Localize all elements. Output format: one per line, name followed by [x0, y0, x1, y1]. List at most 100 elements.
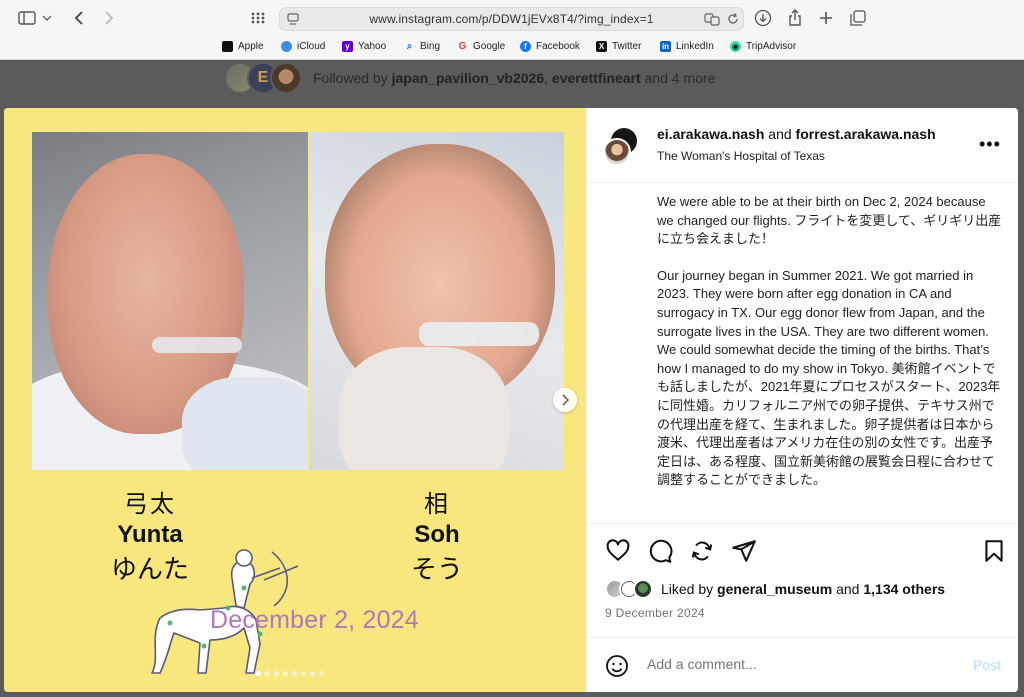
- likes-count-link[interactable]: 1,134 others: [863, 581, 945, 597]
- facebook-icon: f: [520, 41, 531, 52]
- tab-overview-icon[interactable]: [847, 8, 869, 28]
- translate-icon[interactable]: [704, 12, 720, 31]
- post-details-panel: ei.arakawa.nash and forrest.arakawa.nash…: [586, 108, 1018, 692]
- carousel-dot[interactable]: [256, 671, 261, 676]
- heart-icon[interactable]: [605, 538, 631, 564]
- carousel-dot[interactable]: [265, 671, 270, 676]
- likes-text: Liked by general_museum and 1,134 others: [661, 581, 945, 597]
- baby-name-right: 相 Soh そう: [402, 484, 472, 586]
- and-text: and: [768, 126, 792, 142]
- bookmark-label: iCloud: [297, 41, 326, 52]
- tab-grid-icon[interactable]: [247, 8, 269, 28]
- share-icon[interactable]: [731, 538, 757, 564]
- bookmark-bing[interactable]: ⌕ Bing: [404, 41, 440, 52]
- browser-toolbar: www.instagram.com/p/DDW1jEVx8T4/?img_ind…: [0, 0, 1024, 36]
- name-kanji: 弓太: [124, 490, 176, 518]
- twitter-icon: X: [596, 41, 607, 52]
- repost-icon[interactable]: [689, 538, 715, 564]
- bookmark-google[interactable]: G Google: [457, 40, 506, 52]
- reload-icon[interactable]: [726, 12, 740, 31]
- forward-arrow-icon[interactable]: [98, 8, 120, 28]
- post-header: ei.arakawa.nash and forrest.arakawa.nash…: [587, 108, 1018, 183]
- share-icon[interactable]: [784, 8, 806, 28]
- post-authors: ei.arakawa.nash and forrest.arakawa.nash: [657, 126, 936, 142]
- carousel-dot[interactable]: [319, 671, 324, 676]
- author-link[interactable]: ei.arakawa.nash: [657, 126, 764, 142]
- carousel-dot[interactable]: [310, 671, 315, 676]
- caption-paragraph: Our journey began in Summer 2021. We got…: [657, 267, 1001, 488]
- author-avatar[interactable]: [603, 138, 631, 166]
- followed-user-link[interactable]: everettfineart: [552, 70, 641, 86]
- post-modal: 弓太 Yunta ゆんた 相 Soh そう December 2, 2024 e…: [4, 108, 1018, 692]
- followed-by-row: E Followed by japan_pavilion_vb2026, eve…: [224, 60, 715, 96]
- google-icon: G: [458, 40, 467, 52]
- name-kana: そう: [410, 555, 463, 585]
- comment-icon[interactable]: [647, 538, 673, 564]
- baby-photo-left: [32, 132, 308, 470]
- nasal-tube: [419, 322, 539, 346]
- bookmark-linkedin[interactable]: in LinkedIn: [660, 41, 714, 52]
- likes-user-link[interactable]: general_museum: [717, 581, 832, 597]
- post-actions: [587, 523, 1018, 568]
- download-icon[interactable]: [752, 8, 774, 28]
- tripadvisor-icon: ◉: [730, 41, 741, 52]
- bookmark-icloud[interactable]: iCloud: [281, 41, 325, 52]
- chevron-down-icon[interactable]: [40, 8, 54, 28]
- separator: ,: [544, 70, 549, 86]
- post-date[interactable]: 9 December 2024: [605, 606, 705, 620]
- bookmark-twitter[interactable]: X Twitter: [596, 41, 641, 52]
- likes-prefix: Liked by: [661, 581, 714, 597]
- nasal-tube: [152, 337, 242, 353]
- more-options-icon[interactable]: •••: [979, 134, 1001, 155]
- address-bar[interactable]: www.instagram.com/p/DDW1jEVx8T4/?img_ind…: [279, 7, 744, 31]
- bookmarks-bar: Apple iCloud y Yahoo ⌕ Bing G Google f F…: [0, 36, 1024, 60]
- caption-paragraph: We were able to be at their birth on Dec…: [657, 194, 1002, 247]
- back-arrow-icon[interactable]: [68, 8, 90, 28]
- bookmark-label: Facebook: [536, 41, 580, 52]
- bookmark-label: TripAdvisor: [746, 41, 797, 52]
- bookmark-label: Bing: [420, 41, 441, 52]
- name-roman: Yunta: [117, 521, 183, 548]
- yahoo-icon: y: [342, 41, 353, 52]
- birth-date-overlay: December 2, 2024: [210, 606, 419, 634]
- carousel-dot[interactable]: [274, 671, 279, 676]
- likes-and: and: [836, 581, 860, 597]
- carousel-dot[interactable]: [292, 671, 297, 676]
- name-roman: Soh: [414, 521, 460, 548]
- avatar[interactable]: [633, 579, 653, 599]
- bookmark-apple[interactable]: Apple: [222, 41, 264, 52]
- carousel-next-button[interactable]: [553, 388, 577, 412]
- bookmark-label: Twitter: [612, 41, 642, 52]
- bookmark-yahoo[interactable]: y Yahoo: [342, 41, 386, 52]
- bookmark-tripadvisor[interactable]: ◉ TripAdvisor: [730, 41, 796, 52]
- emoji-icon[interactable]: [605, 654, 629, 678]
- bookmark-save-icon[interactable]: [981, 538, 1007, 564]
- url-text: www.instagram.com/p/DDW1jEVx8T4/?img_ind…: [369, 12, 654, 26]
- search-icon: ⌕: [406, 40, 413, 52]
- icloud-icon: [281, 41, 292, 52]
- avatar[interactable]: [270, 62, 302, 94]
- sidebar-toggle-icon[interactable]: [16, 8, 38, 28]
- linkedin-icon: in: [660, 41, 671, 52]
- blanket: [339, 347, 509, 470]
- followed-suffix[interactable]: and 4 more: [645, 70, 716, 86]
- bookmark-label: Apple: [238, 41, 264, 52]
- post-location[interactable]: The Woman's Hospital of Texas: [657, 149, 825, 163]
- author-link[interactable]: forrest.arakawa.nash: [796, 126, 936, 142]
- bookmark-label: Yahoo: [358, 41, 387, 52]
- new-tab-plus-icon[interactable]: [815, 8, 837, 28]
- carousel-dot[interactable]: [283, 671, 288, 676]
- bookmark-label: LinkedIn: [676, 41, 714, 52]
- likes-row: Liked by general_museum and 1,134 others: [605, 579, 945, 599]
- bookmark-label: Google: [473, 41, 506, 52]
- post-comment-button[interactable]: Post: [973, 657, 1001, 673]
- comment-input[interactable]: [647, 656, 947, 672]
- followed-user-link[interactable]: japan_pavilion_vb2026: [392, 70, 545, 86]
- baby-photo-right: [309, 132, 564, 470]
- comment-bar: Post: [587, 637, 1018, 692]
- blanket: [182, 377, 308, 470]
- bookmark-facebook[interactable]: f Facebook: [520, 41, 580, 52]
- carousel-dot[interactable]: [301, 671, 306, 676]
- name-kanji: 相: [424, 490, 450, 518]
- post-caption: We were able to be at their birth on Dec…: [657, 193, 1005, 508]
